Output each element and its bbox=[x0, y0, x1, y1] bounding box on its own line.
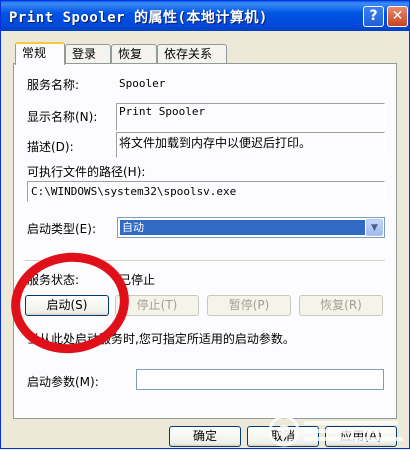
tab-dependencies[interactable]: 依存关系 bbox=[157, 44, 227, 64]
pause-service-button[interactable]: 暂停(P) bbox=[207, 295, 291, 316]
ok-button[interactable]: 确定 bbox=[169, 426, 241, 447]
service-name-label: 服务名称: bbox=[27, 78, 80, 92]
display-name-value: Print Spooler bbox=[119, 105, 206, 118]
title-bar[interactable]: Print Spooler 的属性(本地计算机) ? ✕ bbox=[1, 1, 409, 31]
startup-type-label: 启动类型(E): bbox=[27, 222, 96, 236]
service-status-value: 已停止 bbox=[119, 273, 156, 287]
help-button[interactable]: ? bbox=[363, 6, 384, 27]
resume-service-button[interactable]: 恢复(R) bbox=[299, 295, 383, 316]
description-field[interactable]: 将文件加载到内存中以便迟后打印。 bbox=[116, 132, 385, 158]
site-logo-watermark bbox=[268, 415, 403, 447]
tab-recovery[interactable]: 恢复 bbox=[111, 44, 157, 64]
start-service-button[interactable]: 启动(S) bbox=[25, 295, 109, 316]
stop-service-button[interactable]: 停止(T) bbox=[115, 295, 199, 316]
exe-path-label: 可执行文件的路径(H): bbox=[27, 165, 146, 179]
service-properties-dialog: Print Spooler 的属性(本地计算机) ? ✕ 常规 登录 恢复 依存… bbox=[0, 0, 410, 449]
tab-logon[interactable]: 登录 bbox=[65, 44, 111, 64]
start-params-input[interactable] bbox=[136, 369, 384, 390]
window-title: Print Spooler 的属性(本地计算机) bbox=[9, 10, 268, 26]
close-button[interactable]: ✕ bbox=[387, 6, 408, 27]
description-value: 将文件加载到内存中以便迟后打印。 bbox=[119, 136, 312, 150]
display-name-field[interactable]: Print Spooler bbox=[116, 103, 385, 131]
exe-path-field[interactable]: C:\WINDOWS\system32\spoolsv.exe bbox=[27, 181, 385, 202]
start-params-hint: 当从此处启动服务时,您可指定所适用的启动参数。 bbox=[27, 332, 295, 346]
display-name-label: 显示名称(N): bbox=[27, 110, 98, 124]
startup-type-select[interactable]: 自动 ▼ bbox=[117, 217, 385, 238]
start-params-label: 启动参数(M): bbox=[27, 375, 99, 389]
description-label: 描述(D): bbox=[27, 140, 74, 154]
tab-general[interactable]: 常规 bbox=[15, 42, 65, 65]
startup-type-selected: 自动 bbox=[120, 220, 365, 235]
service-status-label: 服务状态: bbox=[27, 273, 80, 287]
chevron-down-icon[interactable]: ▼ bbox=[366, 219, 383, 236]
exe-path-value: C:\WINDOWS\system32\spoolsv.exe bbox=[31, 185, 237, 198]
separator bbox=[25, 260, 385, 261]
service-name-value: Spooler bbox=[119, 77, 166, 90]
